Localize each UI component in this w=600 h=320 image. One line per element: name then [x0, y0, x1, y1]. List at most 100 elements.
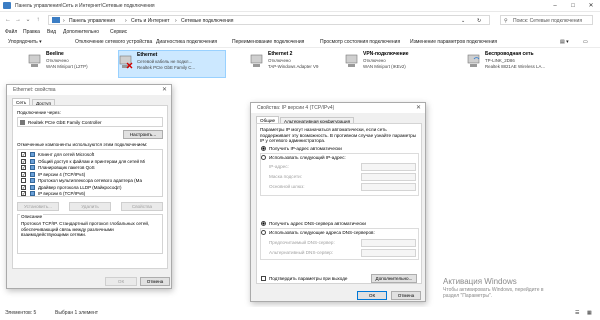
manual-dns-radio[interactable] — [261, 230, 266, 235]
connection-device: WAN Miniport (IKEv2) — [363, 64, 406, 69]
breadcrumb-network-internet[interactable]: Сеть и Интернет — [131, 18, 170, 24]
auto-dns-label: Получить адрес DNS-сервера автоматически — [269, 221, 366, 226]
breadcrumb-network-connections[interactable]: Сетевые подключения — [181, 18, 233, 24]
subnet-mask-input[interactable] — [361, 173, 416, 181]
maximize-button[interactable]: □ — [566, 2, 580, 10]
tiles-view-icon[interactable]: ▦ — [587, 310, 592, 316]
auto-dns-radio[interactable] — [261, 221, 266, 226]
search-input[interactable]: ⚲ Поиск: Сетевые подключения — [500, 15, 593, 25]
minimize-button[interactable]: – — [548, 2, 562, 10]
list-item[interactable]: ✓ Общий доступ к файлам и принтерам для с… — [21, 158, 146, 165]
disable-device-button[interactable]: Отключение сетевого устройства — [75, 39, 152, 45]
menu-edit[interactable]: Правка — [23, 29, 40, 35]
dialog-title: Свойства: IP версии 4 (TCP/IPv4) — [257, 105, 335, 111]
install-button[interactable]: Установить... — [17, 202, 59, 211]
list-item[interactable]: ✓ IP версии 6 (TCP/IPv6) — [21, 191, 146, 196]
connection-item-vpn[interactable]: VPN-подключение Отключено WAN Miniport (… — [345, 50, 430, 78]
menu-file[interactable]: Файл — [5, 29, 17, 35]
connection-item-ethernet-2[interactable]: Ethernet 2 Отключено TAP-Windows Adapter… — [250, 50, 330, 78]
menu-advanced[interactable]: Дополнительно — [63, 29, 99, 35]
list-item[interactable]: ✓ Клиент для сетей Microsoft — [21, 152, 146, 158]
change-settings-button[interactable]: Изменение параметров подключения — [410, 39, 497, 45]
pane-toggle-icon[interactable]: ▭ — [583, 39, 588, 45]
view-status-button[interactable]: Просмотр состояния подключения — [320, 39, 400, 45]
component-checkbox[interactable]: ✓ — [21, 191, 26, 196]
general-tab-panel: Параметры IP могут назначаться автоматич… — [256, 123, 422, 284]
component-label: Клиент для сетей Microsoft — [38, 152, 95, 157]
list-item[interactable]: ✓ IP версии 4 (TCP/IPv4) — [21, 171, 146, 178]
dialog-titlebar: Ethernet: свойства ✕ — [7, 85, 171, 95]
ip-address-label: IP-адрес: — [269, 164, 289, 169]
components-list[interactable]: ✓ Клиент для сетей Microsoft ✓ Общий досту… — [17, 149, 163, 197]
preferred-dns-input[interactable] — [361, 239, 416, 247]
ok-button[interactable]: ОК — [357, 291, 387, 300]
wifi-icon — [467, 54, 480, 67]
alternate-dns-input[interactable] — [361, 249, 416, 257]
list-item[interactable]: Протокол мультиплексора сетевого адаптер… — [21, 178, 146, 184]
cancel-button[interactable]: Отмена — [391, 291, 421, 300]
gateway-input[interactable] — [361, 183, 416, 191]
connection-device: Realtek PCIe GbE Family C... — [137, 65, 196, 70]
window-title: Панель управления\Сеть и Интернет\Сетевы… — [15, 3, 155, 9]
validate-checkbox[interactable] — [261, 276, 266, 281]
connection-item-wireless[interactable]: Беспроводная сеть TP-LINK_2D86 Realtek 8… — [467, 50, 582, 78]
properties-button[interactable]: Свойства — [121, 202, 163, 211]
component-checkbox[interactable]: ✓ — [21, 152, 26, 157]
close-button[interactable]: ✕ — [584, 2, 598, 10]
advanced-button[interactable]: Дополнительно... — [371, 274, 417, 283]
dialog-titlebar: Свойства: IP версии 4 (TCP/IPv4) ✕ — [251, 103, 425, 113]
auto-ip-radio[interactable] — [261, 146, 266, 151]
component-checkbox[interactable]: ✓ — [21, 158, 26, 164]
recent-dropdown-icon[interactable]: ⌄ — [24, 16, 32, 24]
connection-name: Beeline — [46, 51, 64, 57]
dialog-close-button[interactable]: ✕ — [162, 86, 167, 93]
dialog-close-button[interactable]: ✕ — [416, 104, 421, 111]
info-text: Параметры IP могут назначаться автоматич… — [260, 127, 417, 144]
activation-watermark: Активация Windows Чтобы активировать Win… — [443, 277, 544, 299]
command-bar: Упорядочить ▾ Отключение сетевого устрой… — [0, 37, 600, 48]
view-options-icon[interactable]: ▤ ▾ — [560, 39, 569, 45]
organize-button[interactable]: Упорядочить ▾ — [8, 39, 42, 45]
manual-dns-group: Использовать следующие адреса DNS-сервер… — [260, 228, 419, 260]
breadcrumb[interactable]: › Панель управления › Сеть и Интернет › … — [48, 15, 490, 25]
forward-arrow-icon[interactable]: → — [14, 16, 22, 24]
manual-ip-radio[interactable] — [261, 155, 266, 160]
breadcrumb-separator: › — [175, 18, 177, 24]
connection-status: TP-LINK_2D86 — [485, 58, 515, 63]
component-label: IP версии 6 (TCP/IPv6) — [38, 191, 86, 196]
remove-button[interactable]: Удалить — [69, 202, 111, 211]
component-checkbox[interactable]: ✓ — [21, 184, 26, 190]
breadcrumb-control-panel[interactable]: Панель управления — [69, 18, 115, 24]
cancel-button[interactable]: Отмена — [140, 277, 170, 286]
manual-dns-label: Использовать следующие адреса DNS-сервер… — [269, 230, 375, 235]
component-checkbox[interactable]: ✓ — [21, 171, 26, 177]
connection-name: Ethernet — [137, 52, 158, 58]
address-dropdown-icon[interactable]: ⌄ — [461, 18, 465, 24]
ip-address-input[interactable] — [361, 163, 416, 171]
search-placeholder: Поиск: Сетевые подключения — [513, 18, 583, 24]
diagnose-button[interactable]: Диагностика подключения — [156, 39, 217, 45]
manual-ip-group: Использовать следующий IP-адрес: IP-адре… — [260, 153, 419, 196]
component-icon — [30, 165, 35, 170]
details-view-icon[interactable]: ☰ — [575, 310, 579, 316]
back-arrow-icon[interactable]: ← — [4, 16, 12, 24]
control-panel-icon — [3, 2, 11, 9]
rename-button[interactable]: Переименование подключения — [232, 39, 304, 45]
list-item[interactable]: ✓ Драйвер протокола LLDP (Майкрософт) — [21, 184, 146, 191]
breadcrumb-separator: › — [125, 18, 127, 24]
configure-button[interactable]: Настроить... — [123, 130, 163, 139]
menu-bar: Файл Правка Вид Дополнительно Сервис — [0, 28, 600, 37]
component-icon — [30, 171, 35, 177]
refresh-icon[interactable]: ↻ — [477, 18, 481, 24]
component-checkbox[interactable] — [21, 178, 26, 183]
connection-device: WAN Miniport (L2TP) — [46, 64, 88, 69]
connection-item-ethernet[interactable]: Ethernet Сетевой кабель не подкл... Real… — [118, 50, 226, 78]
connect-via-label: Подключение через: — [17, 110, 61, 115]
menu-view[interactable]: Вид — [47, 29, 56, 35]
up-arrow-icon[interactable]: ↑ — [34, 16, 42, 24]
component-checkbox[interactable]: ✓ — [21, 165, 26, 170]
list-item[interactable]: ✓ Планировщик пакетов QoS — [21, 165, 146, 171]
ok-button[interactable]: ОК — [105, 277, 137, 286]
menu-service[interactable]: Сервис — [110, 29, 127, 35]
connection-item-beeline[interactable]: Beeline Отключено WAN Miniport (L2TP) — [28, 50, 113, 78]
